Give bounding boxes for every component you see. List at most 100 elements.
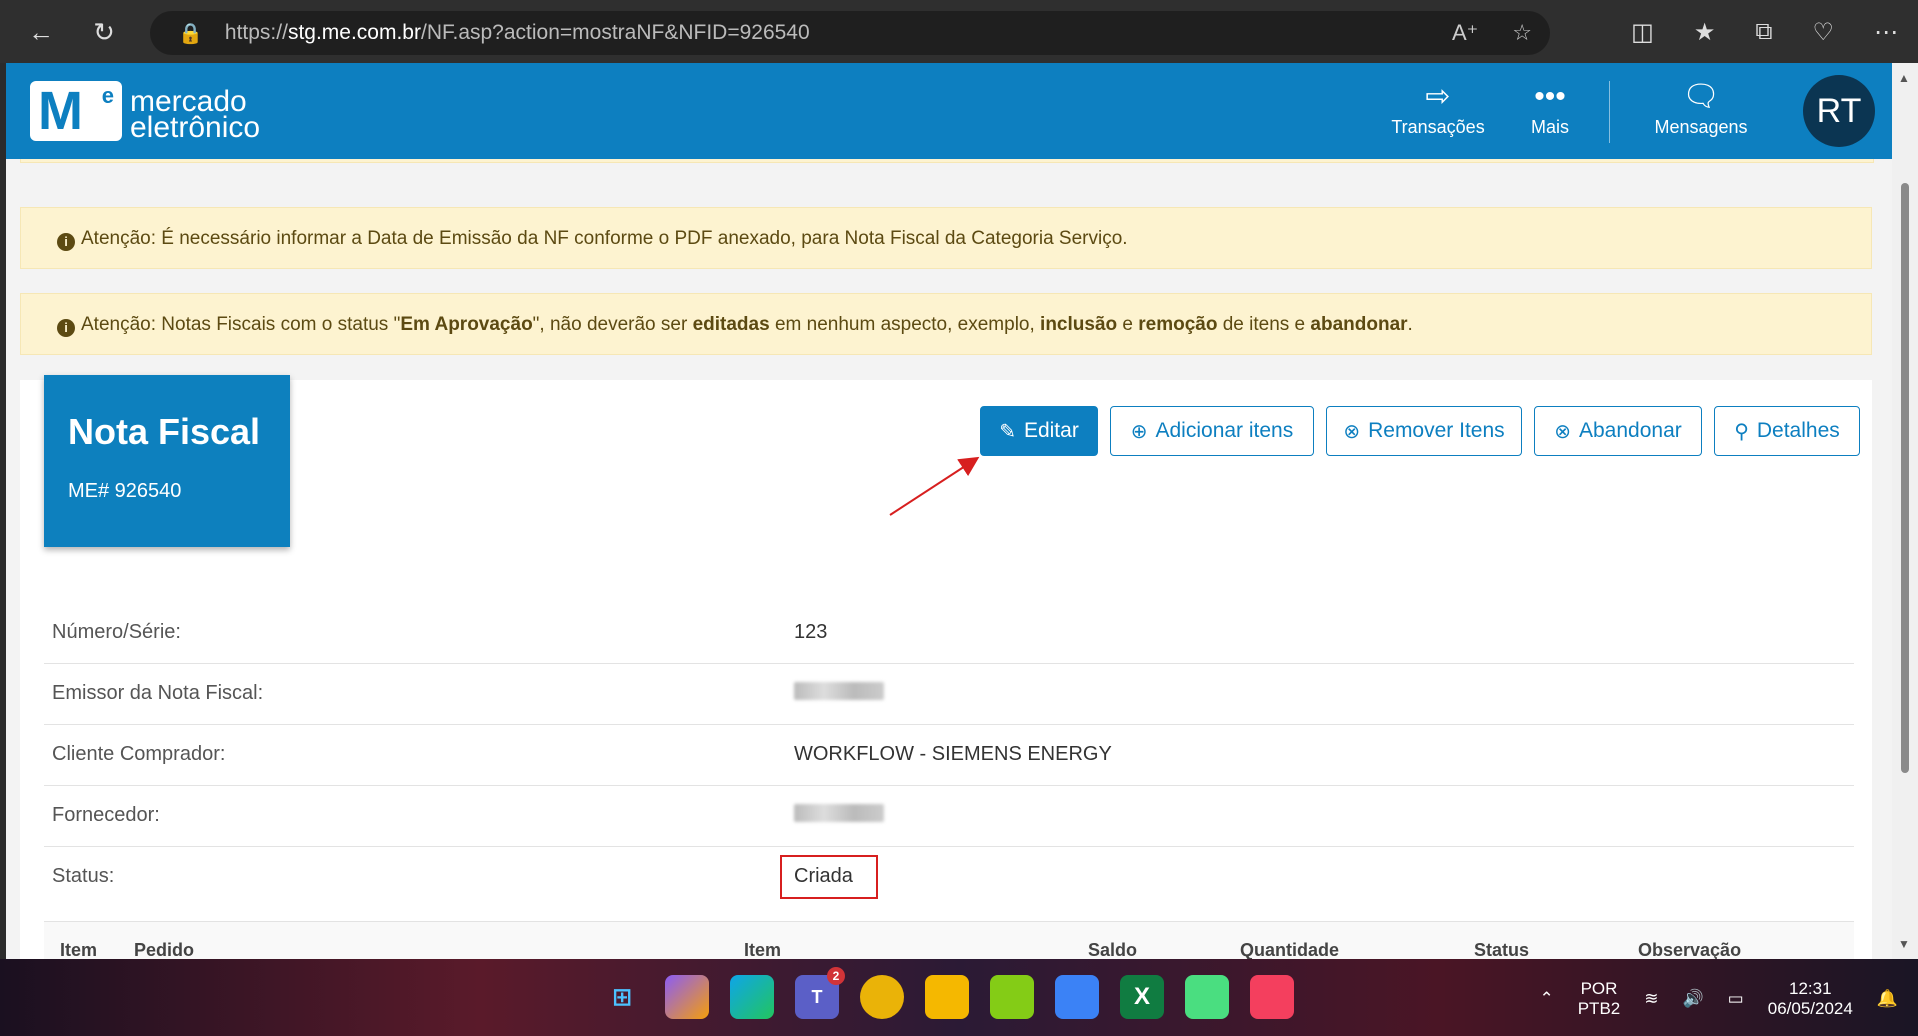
page-scrollbar[interactable]: ▲ ▼ bbox=[1892, 63, 1918, 959]
cliente-value: WORKFLOW - SIEMENS ENERGY bbox=[794, 743, 1112, 765]
windows-start-icon[interactable]: ⊞ bbox=[600, 975, 644, 1019]
alert-text: ", não deverão ser bbox=[532, 314, 693, 335]
teams-badge: 2 bbox=[827, 967, 845, 985]
col-observacao: Observação bbox=[1638, 940, 1742, 959]
row-status: Status: Criada bbox=[44, 847, 1854, 907]
more-menu-icon[interactable]: ⋯ bbox=[1874, 18, 1898, 47]
button-label: Remover Itens bbox=[1368, 419, 1505, 442]
address-bar[interactable]: 🔒 https://stg.me.com.br/NF.asp?action=mo… bbox=[150, 11, 1550, 55]
notepad-icon[interactable] bbox=[1055, 975, 1099, 1019]
tray-overflow-icon[interactable]: ⌃ bbox=[1539, 989, 1553, 1009]
clock-date: 06/05/2024 bbox=[1767, 999, 1853, 1018]
logo-line2: eletrônico bbox=[130, 111, 261, 144]
alert-text: em nenhum aspecto, exemplo, bbox=[769, 314, 1041, 335]
x-circle-icon: ⊗ bbox=[1343, 420, 1361, 443]
numero-value: 123 bbox=[794, 621, 828, 643]
reload-icon[interactable]: ↻ bbox=[92, 19, 116, 45]
alert-bold: editadas bbox=[692, 314, 770, 335]
app-icon[interactable] bbox=[1185, 975, 1229, 1019]
edge-browser-icon[interactable] bbox=[730, 975, 774, 1019]
emissor-label: Emissor da Nota Fiscal: bbox=[52, 682, 264, 704]
alert-emissao: i Atenção: É necessário informar a Data d… bbox=[20, 207, 1872, 269]
collections-icon[interactable]: ⧉ bbox=[1755, 18, 1772, 47]
info-icon: i bbox=[57, 233, 75, 251]
scroll-thumb[interactable] bbox=[1901, 183, 1909, 773]
app-header: Me mercado eletrônico ⇨ Transações ••• M… bbox=[6, 63, 1892, 159]
chatgpt-icon[interactable] bbox=[860, 975, 904, 1019]
snipping-tool-icon[interactable] bbox=[990, 975, 1034, 1019]
col-quantidade: Quantidade bbox=[1240, 940, 1340, 959]
status-label: Status: bbox=[52, 865, 115, 887]
nav-label: Mais bbox=[1530, 117, 1569, 137]
col-item: Item bbox=[60, 940, 98, 959]
header-divider bbox=[1609, 81, 1610, 143]
abandon-button[interactable]: ⊗ Abandonar bbox=[1534, 406, 1702, 456]
button-label: Adicionar itens bbox=[1155, 419, 1294, 442]
me-logo-icon[interactable]: Me bbox=[30, 81, 122, 141]
url-host: stg.me.com.br bbox=[287, 21, 421, 44]
copilot-icon[interactable] bbox=[665, 975, 709, 1019]
more-dots-icon: ••• bbox=[1534, 80, 1566, 113]
emissor-value-redacted bbox=[794, 682, 884, 706]
row-fornecedor: Fornecedor: bbox=[44, 786, 1854, 847]
add-items-button[interactable]: ⊕ Adicionar itens bbox=[1110, 406, 1314, 456]
nav-mais[interactable]: ••• Mais bbox=[1520, 77, 1580, 138]
favorite-star-icon[interactable]: ☆ bbox=[1512, 20, 1532, 46]
teams-icon[interactable]: T 2 bbox=[795, 967, 845, 1019]
alert-bold: Em Aprovação bbox=[400, 314, 533, 335]
split-screen-icon[interactable]: ◫ bbox=[1631, 18, 1654, 47]
row-numero-serie: Número/Série: 123 bbox=[44, 603, 1854, 664]
favorites-icon[interactable]: ★ bbox=[1694, 18, 1716, 47]
nf-title-badge: Nota Fiscal ME# 926540 bbox=[44, 375, 290, 547]
clock-time: 12:31 bbox=[1789, 979, 1832, 998]
nav-label: Transações bbox=[1391, 117, 1485, 137]
col-item-desc: Item bbox=[744, 940, 782, 959]
search-icon: ⚲ bbox=[1734, 420, 1749, 443]
x-circle-icon: ⊗ bbox=[1554, 420, 1571, 443]
col-pedido: Pedido bbox=[134, 940, 195, 959]
back-arrow-icon[interactable]: ← bbox=[28, 19, 54, 45]
page-viewport: Me mercado eletrônico ⇨ Transações ••• M… bbox=[6, 63, 1892, 959]
info-icon: i bbox=[57, 319, 75, 337]
notification-bell-icon[interactable]: 🔔 bbox=[1877, 989, 1898, 1009]
items-table-header: Item Pedido Item Saldo Quantidade Status… bbox=[44, 921, 1854, 959]
row-emissor: Emissor da Nota Fiscal: bbox=[44, 664, 1854, 725]
numero-label: Número/Série: bbox=[52, 621, 181, 643]
system-clock[interactable]: 12:31 06/05/2024 bbox=[1768, 979, 1853, 1019]
file-explorer-icon[interactable] bbox=[925, 975, 969, 1019]
keyboard-layout: PTB2 bbox=[1577, 999, 1621, 1018]
transactions-icon: ⇨ bbox=[1425, 80, 1451, 113]
volume-icon[interactable]: 🔊 bbox=[1683, 989, 1704, 1009]
details-button[interactable]: ⚲ Detalhes bbox=[1714, 406, 1860, 456]
button-label: Editar bbox=[1023, 419, 1079, 442]
excel-icon[interactable]: X bbox=[1120, 975, 1164, 1019]
scroll-up-icon[interactable]: ▲ bbox=[1898, 71, 1910, 85]
alert-em-aprovacao: i Atenção: Notas Fiscais com o status "Em… bbox=[20, 293, 1872, 355]
logo-text: mercado eletrônico bbox=[130, 87, 261, 144]
nav-transacoes[interactable]: ⇨ Transações bbox=[1388, 77, 1488, 138]
user-avatar[interactable]: RT bbox=[1803, 75, 1875, 147]
alert-text: de itens e bbox=[1217, 314, 1311, 335]
nf-me-number: ME# 926540 bbox=[68, 480, 182, 502]
alert-text: . bbox=[1407, 314, 1413, 335]
alert-text: Atenção: É necessário informar a Data de… bbox=[81, 228, 1128, 249]
remove-items-button[interactable]: ⊗ Remover Itens bbox=[1326, 406, 1522, 456]
row-cliente: Cliente Comprador: WORKFLOW - SIEMENS EN… bbox=[44, 725, 1854, 786]
tools-icon[interactable] bbox=[1250, 975, 1294, 1019]
battery-icon[interactable]: ▭ bbox=[1728, 989, 1744, 1009]
edit-button[interactable]: ✎ Editar bbox=[980, 406, 1098, 456]
wifi-icon[interactable]: ≋ bbox=[1644, 989, 1658, 1009]
fornecedor-value-redacted bbox=[794, 804, 884, 828]
status-value: Criada bbox=[794, 865, 853, 887]
scroll-down-icon[interactable]: ▼ bbox=[1898, 937, 1910, 951]
url-path: /NF.asp?action=mostraNF&NFID=926540 bbox=[420, 21, 810, 44]
nav-mensagens[interactable]: 🗨 Mensagens bbox=[1646, 77, 1756, 138]
browser-essentials-icon[interactable]: ♡ bbox=[1812, 18, 1834, 47]
alert-text: Atenção: Notas Fiscais com o status " bbox=[81, 314, 401, 335]
read-aloud-icon[interactable]: A⁺ bbox=[1452, 20, 1478, 46]
nf-title: Nota Fiscal bbox=[68, 411, 261, 452]
cliente-label: Cliente Comprador: bbox=[52, 743, 226, 765]
button-label: Detalhes bbox=[1756, 419, 1840, 442]
lock-icon[interactable]: 🔒 bbox=[178, 21, 203, 46]
language-indicator[interactable]: POR PTB2 bbox=[1578, 979, 1621, 1019]
